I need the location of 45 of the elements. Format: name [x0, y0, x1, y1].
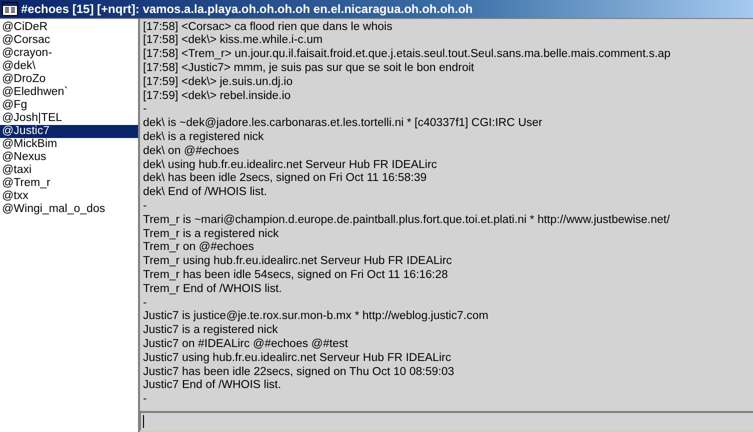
whois-line: dek\ End of /WHOIS list.	[143, 186, 268, 200]
whois-line: Justic7 on #IDEALirc @#echoes @#test	[143, 338, 349, 352]
chat-message: [17:58] <Trem_r> un.jour.qu.il.faisait.froid.et.que.j.etais.seul.tout.Seul.sans.ma.belle.mais.comment.s.ap	[143, 48, 672, 62]
whois-line: Justic7 is justice@je.te.rox.sur.mon-b.mx * http://weblog.justic7.com	[143, 310, 490, 324]
whois-line: dek\ using hub.fr.eu.idealirc.net Serveur Hub FR IDEALirc	[143, 158, 438, 172]
nick-item[interactable]: @txx	[0, 190, 138, 203]
separator-mark: -	[143, 103, 147, 118]
nick-item[interactable]: @crayon-	[0, 47, 138, 60]
chat-message: [17:59] <dek\> je.suis.un.dj.io	[143, 76, 294, 90]
nick-item[interactable]: @Corsac	[0, 34, 138, 47]
whois-line: Justic7 has been idle 22secs, signed on Thu Oct 10 08:59:03	[143, 366, 456, 380]
whois-line: dek\ is a registered nick	[143, 131, 265, 145]
chat-message: [17:58] <Justic7> mmm, je suis pas sur que se soit le bon endroit	[143, 62, 476, 76]
whois-line: dek\ is ~dek@jadore.les.carbonaras.et.les.tortelli.ni * [c40337f1] CGI:IRC User	[143, 117, 544, 132]
whois-line: Trem_r is ~mari@champion.d.europe.de.paintball.plus.fort.que.toi.et.plati.ni * http://www.justbewise.net/	[143, 214, 671, 228]
nick-item[interactable]: @Eledhwen`	[0, 86, 138, 99]
nick-item[interactable]: @Josh|TEL	[0, 112, 138, 125]
chat-message: [17:58] <Corsac> ca flood rien que dans le whois	[143, 20, 394, 34]
nick-item[interactable]: @taxi	[0, 164, 138, 177]
separator-mark: -	[143, 296, 147, 310]
nick-item[interactable]: @DroZo	[0, 73, 138, 86]
nick-item[interactable]: @Trem_r	[0, 177, 138, 190]
nick-item[interactable]: @CiDeR	[0, 21, 138, 34]
whois-line: dek\ on @#echoes	[143, 144, 240, 159]
whois-line: Justic7 is a registered nick	[143, 324, 279, 338]
nick-item[interactable]: @Fg	[0, 99, 138, 112]
whois-line: Justic7 End of /WHOIS list.	[143, 379, 282, 394]
chat-message: [17:59] <dek\> rebel.inside.io	[143, 90, 292, 104]
nick-item[interactable]: @Wingi_mal_o_dos	[0, 203, 138, 216]
whois-line: Trem_r using hub.fr.eu.idealirc.net Serveur Hub FR IDEALirc	[143, 255, 453, 270]
chat-message: [17:58] <dek\> kiss.me.while.i-c.um	[143, 34, 324, 48]
whois-line: dek\ has been idle 2secs, signed on Fri Oct 11 16:58:39	[143, 172, 428, 186]
nick-item[interactable]: @Nexus	[0, 151, 138, 164]
whois-line: Trem_r End of /WHOIS list.	[143, 282, 283, 297]
whois-line: Trem_r has been idle 54secs, signed on Fri Oct 11 16:16:28	[143, 269, 449, 283]
window-title: #echoes [15] [+nqrt]: vamos.a.la.playa.oh.oh.oh.oh en.el.nicaragua.oh.oh.oh.oh	[21, 2, 473, 16]
nick-item[interactable]: @dek\	[0, 60, 138, 73]
separator-mark: -	[143, 393, 147, 407]
nick-item[interactable]: @Justic7	[0, 125, 138, 138]
whois-line: Justic7 using hub.fr.eu.idealirc.net Serveur Hub FR IDEALirc	[143, 352, 452, 366]
separator-mark: -	[143, 200, 147, 214]
whois-line: Trem_r is a registered nick	[143, 228, 280, 242]
message-input[interactable]	[140, 411, 753, 430]
nick-item[interactable]: @MickBim	[0, 138, 138, 151]
whois-line: Trem_r on @#echoes	[143, 241, 255, 256]
